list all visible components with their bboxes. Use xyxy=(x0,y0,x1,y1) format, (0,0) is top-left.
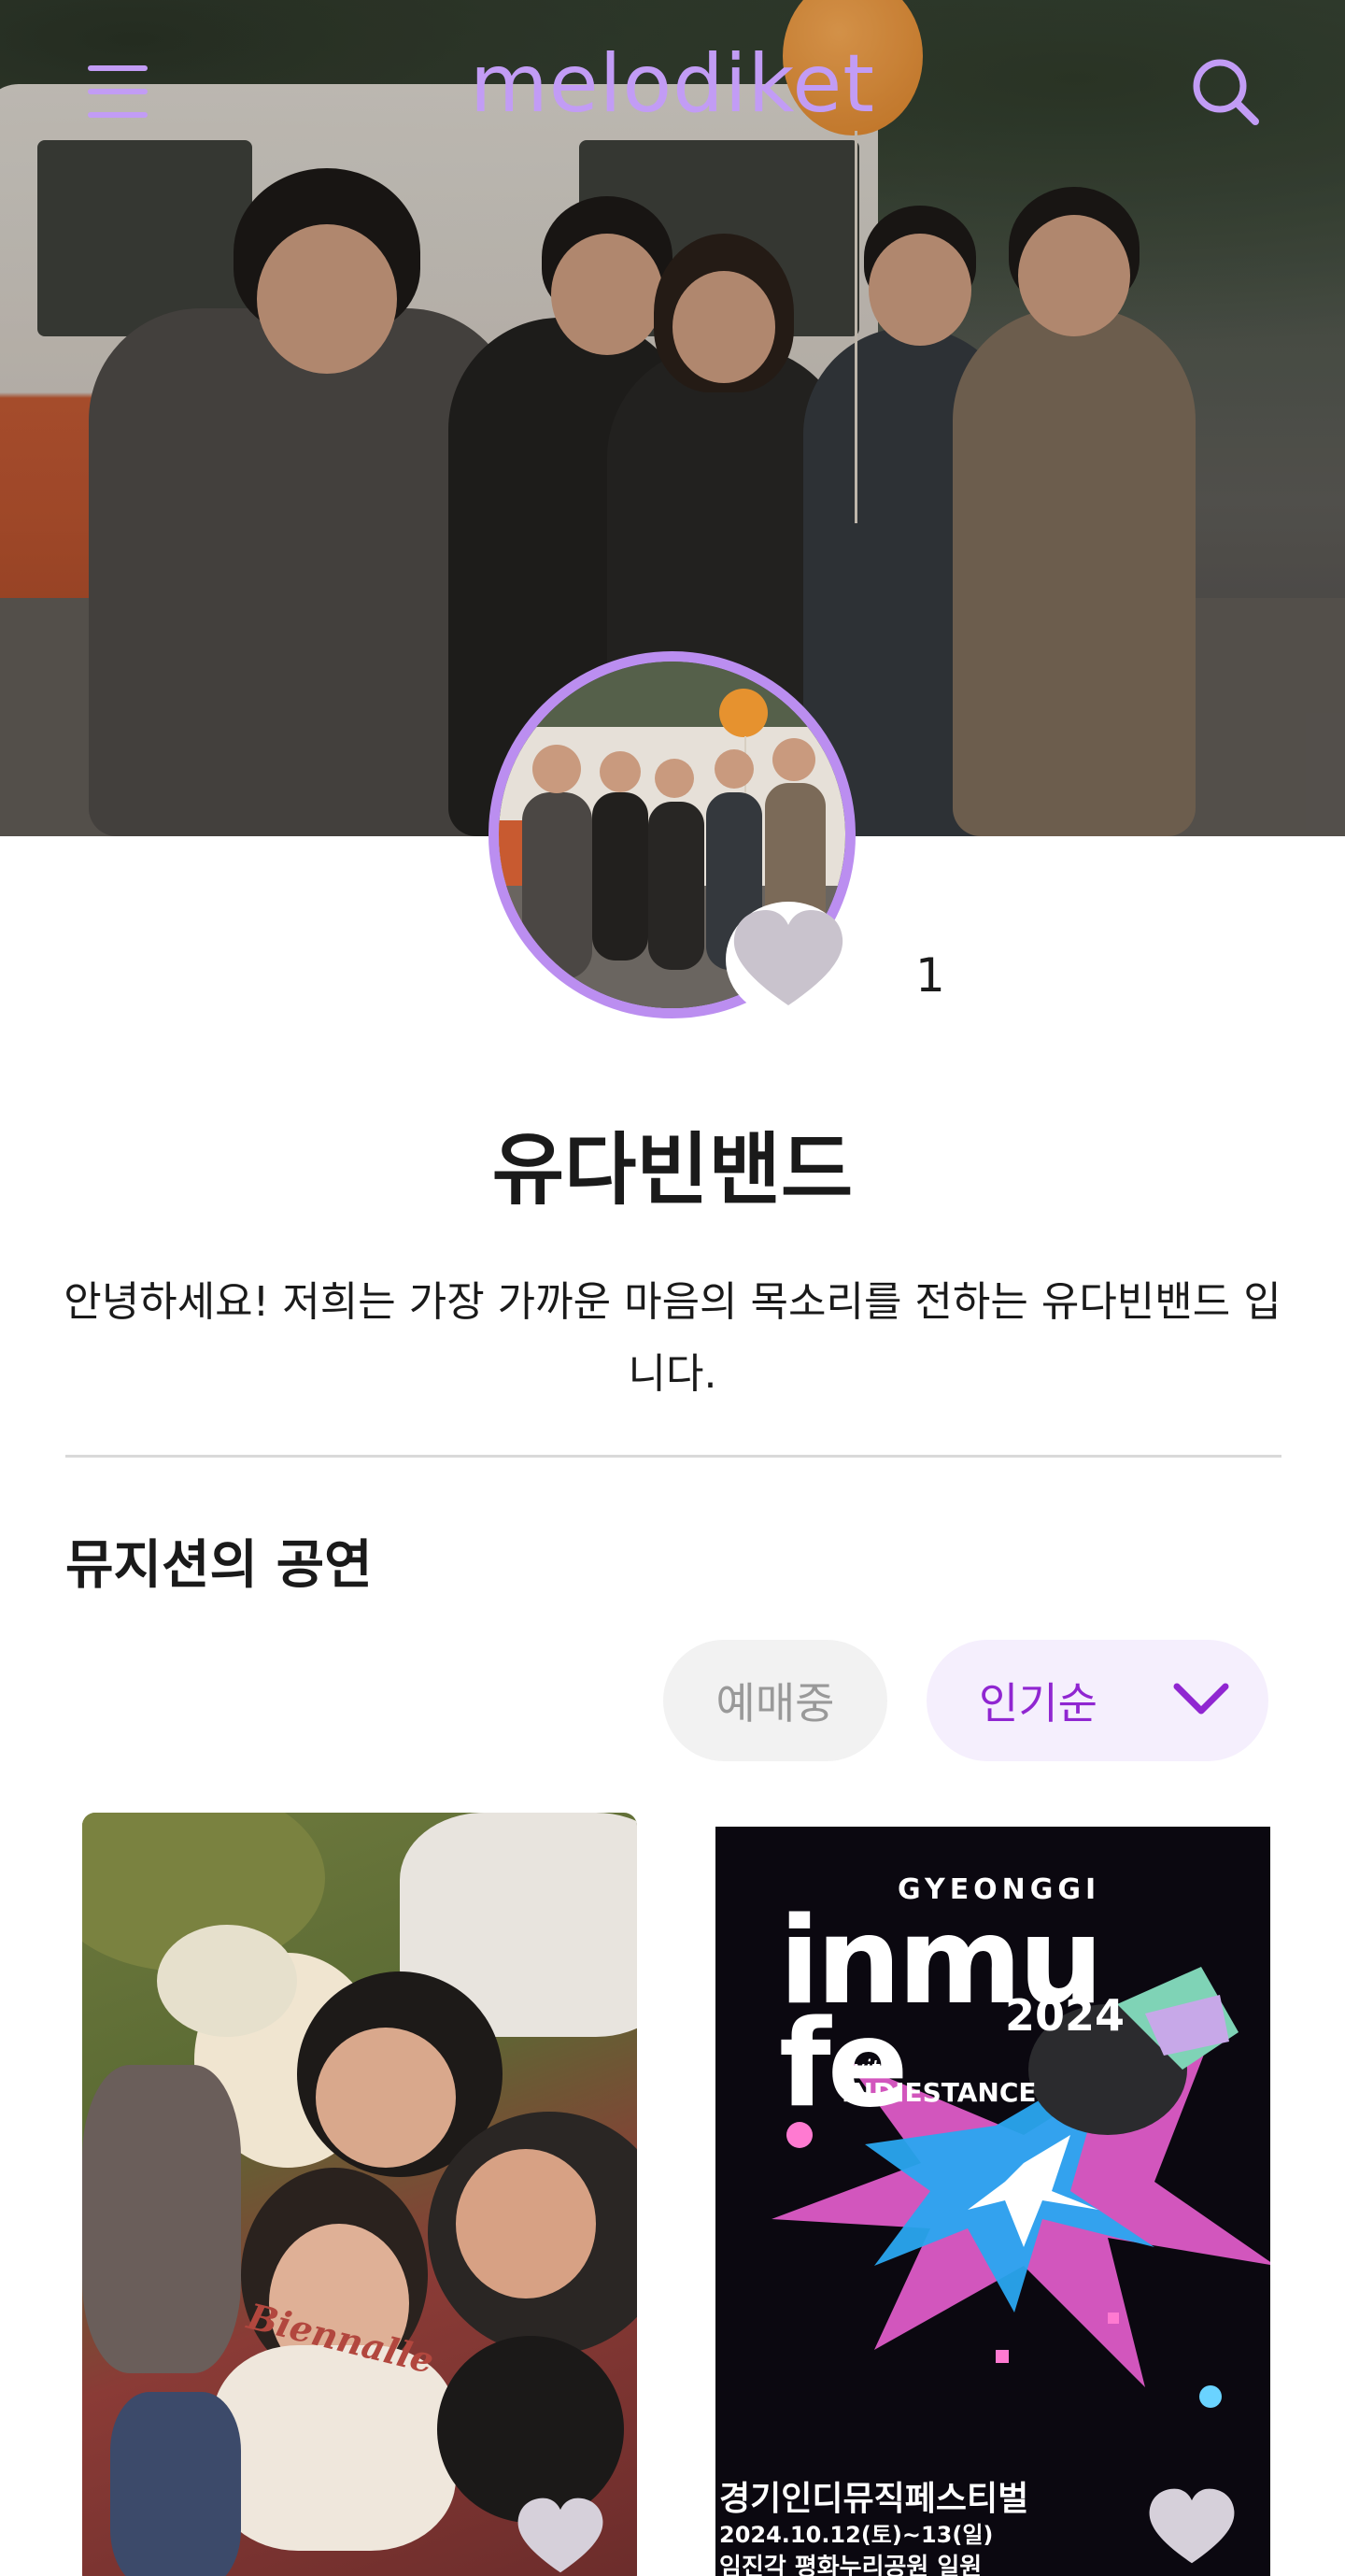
show-card[interactable]: Biennalle xyxy=(82,1813,637,2576)
show-poster: GYEONGGI inmu fe 2024 with INDIESTANCE 경… xyxy=(715,1827,1270,2576)
show-card[interactable]: GYEONGGI inmu fe 2024 with INDIESTANCE 경… xyxy=(715,1827,1270,2576)
filter-onsale-label: 예매중 xyxy=(715,1678,835,1729)
heart-icon xyxy=(517,2498,603,2573)
sort-label: 인기순 xyxy=(979,1678,1097,1729)
poster-title: 경기인디뮤직페스티벌 xyxy=(719,2480,1029,2518)
heart-icon xyxy=(733,910,843,1005)
show-poster: Biennalle xyxy=(82,1813,637,2576)
divider xyxy=(65,1455,1281,1458)
like-button[interactable] xyxy=(726,902,851,1018)
poster-subtitle: INDIESTANCE xyxy=(842,2077,1037,2108)
like-count: 1 xyxy=(915,948,945,1003)
search-icon[interactable] xyxy=(1188,54,1263,129)
heart-icon xyxy=(1149,2488,1235,2564)
sort-dropdown[interactable]: 인기순 xyxy=(927,1640,1268,1761)
band-name: 유다빈밴드 xyxy=(491,1124,854,1216)
card-like-button[interactable] xyxy=(514,2495,607,2576)
section-title: 뮤지션의 공연 xyxy=(65,1535,373,1596)
poster-date: 2024.10.12(토)~13(일) xyxy=(719,2522,994,2548)
app-logo[interactable]: melodiket xyxy=(392,37,953,131)
filter-onsale-button[interactable]: 예매중 xyxy=(663,1640,887,1761)
poster-year: 2024 xyxy=(1005,1990,1126,2041)
band-intro: 안녕하세요! 저희는 가장 가까운 마음의 목소리를 전하는 유다빈밴드 입니다… xyxy=(64,1278,1281,1398)
hamburger-menu-icon[interactable] xyxy=(86,64,151,120)
card-like-button[interactable] xyxy=(1145,2485,1239,2569)
poster-venue: 임진각 평화누리공원 일원 xyxy=(719,2554,983,2576)
chevron-down-icon xyxy=(1173,1683,1229,1715)
